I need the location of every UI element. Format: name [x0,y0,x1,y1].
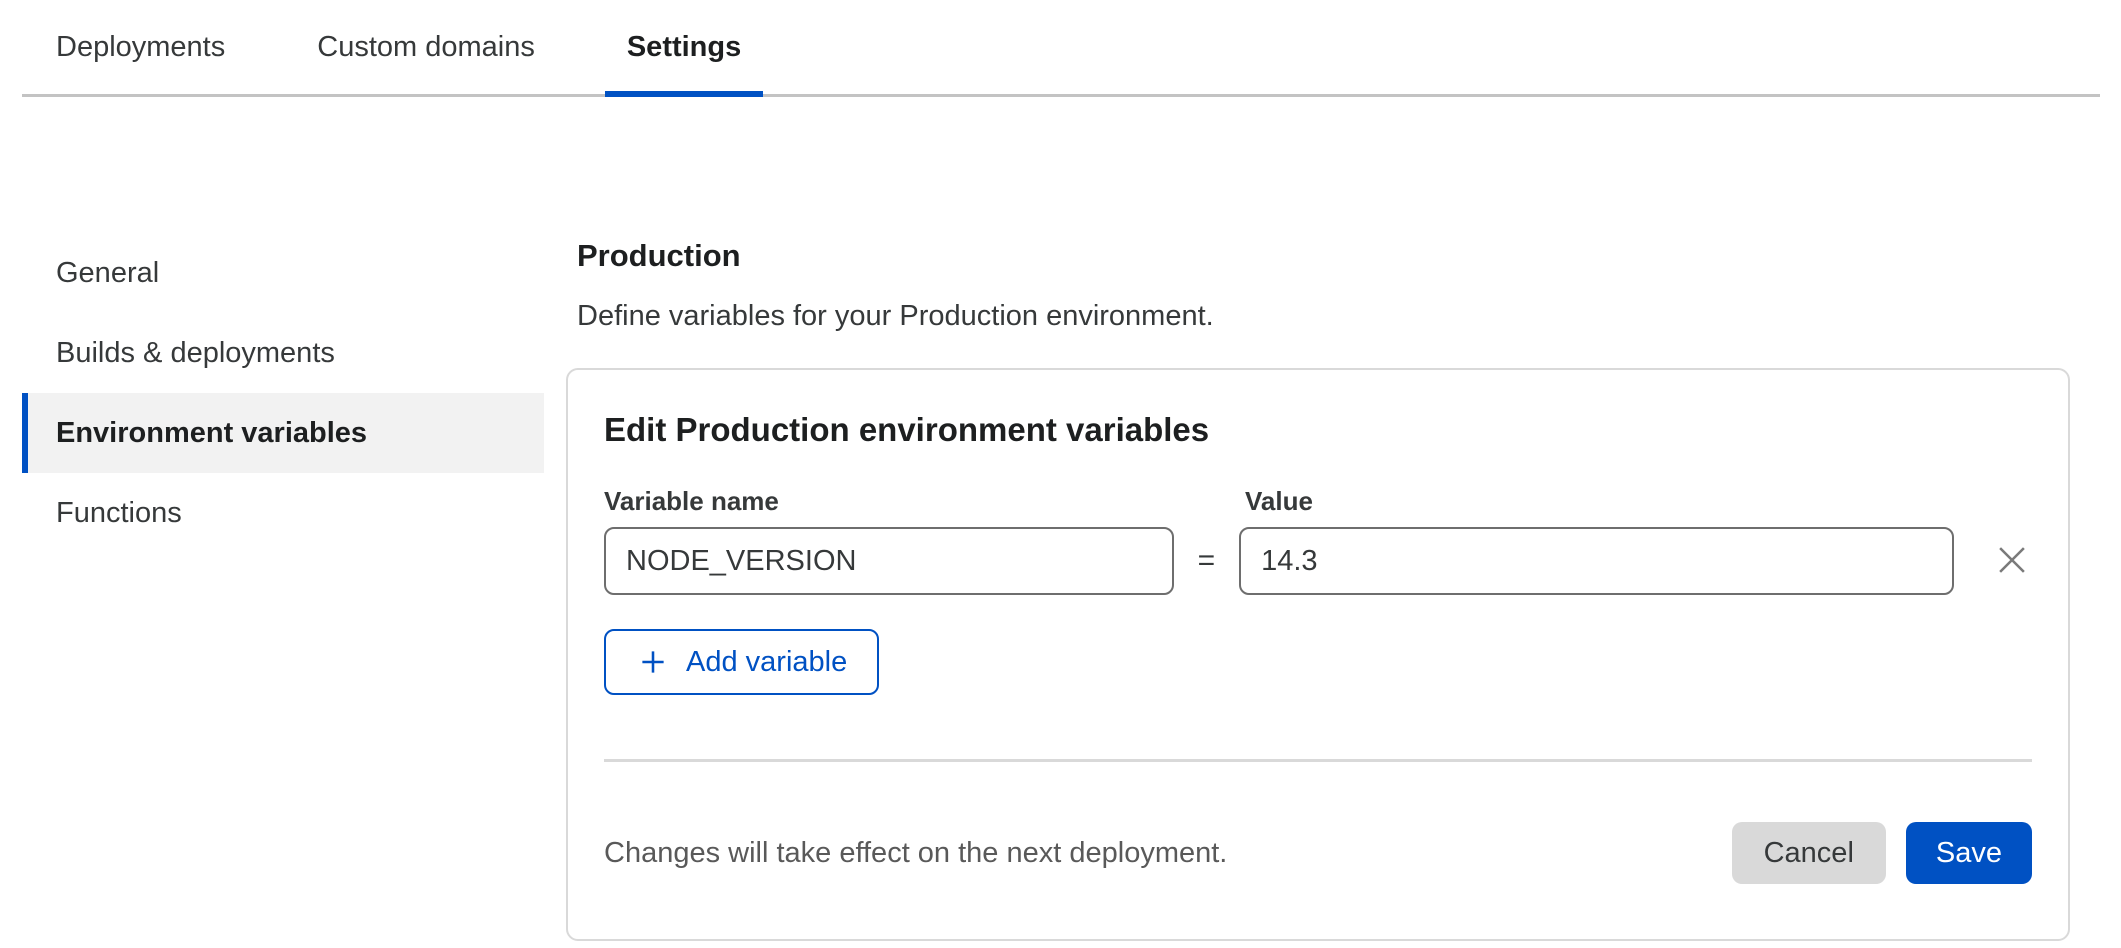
remove-variable-button[interactable] [1992,541,2032,581]
add-variable-label: Add variable [686,646,847,679]
active-tab-underline [605,91,763,97]
add-variable-button[interactable]: Add variable [604,629,879,695]
variable-name-label: Variable name [604,486,1245,517]
sidebar-item-builds-deployments[interactable]: Builds & deployments [22,313,544,393]
plus-icon [636,645,670,679]
tab-label: Deployments [56,31,225,64]
footer-note: Changes will take effect on the next dep… [604,837,1227,870]
tab-bar: Deployments Custom domains Settings [22,0,2100,97]
page-title: Production [577,236,2070,276]
card-footer: Changes will take effect on the next dep… [604,762,2032,938]
equals-sign: = [1174,544,1239,578]
main-content: Production Define variables for your Pro… [566,236,2070,941]
value-label: Value [1245,486,2032,517]
tab-label: Custom domains [317,31,535,64]
env-vars-card: Edit Production environment variables Va… [566,368,2070,941]
field-labels-row: Variable name Value [604,486,2032,517]
footer-actions: Cancel Save [1732,822,2032,884]
card-title: Edit Production environment variables [604,410,2032,450]
page-description: Define variables for your Production env… [577,298,2070,334]
tab-label: Settings [627,31,741,64]
value-input[interactable] [1239,527,1954,595]
save-button[interactable]: Save [1906,822,2032,884]
variable-row: = [604,527,2032,595]
variable-name-input[interactable] [604,527,1174,595]
sidebar-item-environment-variables[interactable]: Environment variables [22,393,544,473]
settings-page: Deployments Custom domains Settings Gene… [0,0,2121,948]
tab-custom-domains[interactable]: Custom domains [295,0,557,94]
tab-settings[interactable]: Settings [605,0,763,94]
x-mark-icon [1993,541,2031,582]
sidebar-item-functions[interactable]: Functions [22,473,544,553]
settings-sidebar: General Builds & deployments Environment… [22,233,544,553]
cancel-button[interactable]: Cancel [1732,822,1886,884]
sidebar-item-general[interactable]: General [22,233,544,313]
tab-deployments[interactable]: Deployments [34,0,247,94]
